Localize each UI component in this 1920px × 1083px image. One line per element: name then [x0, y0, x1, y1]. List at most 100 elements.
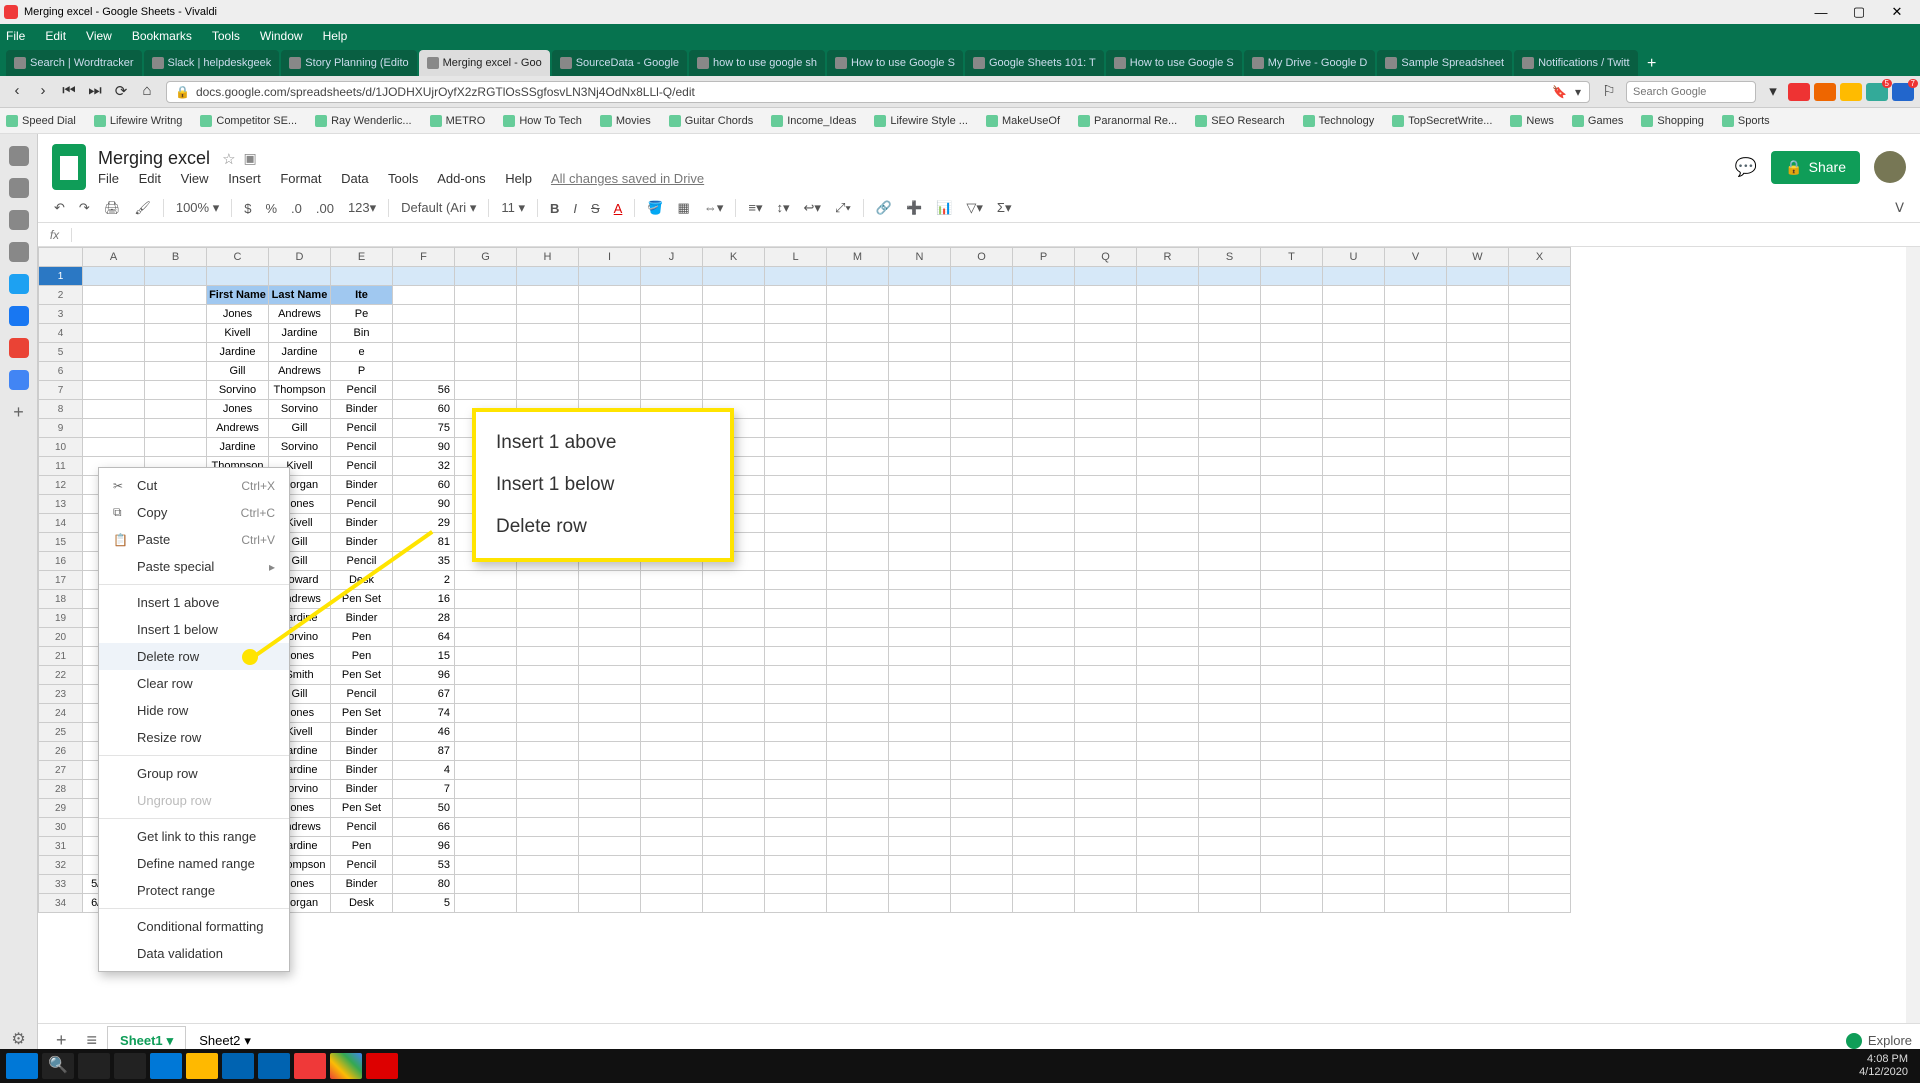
- menu-help[interactable]: Help: [505, 171, 532, 186]
- cell[interactable]: 29: [393, 514, 455, 533]
- column-header[interactable]: Q: [1075, 248, 1137, 267]
- cell[interactable]: [1323, 647, 1385, 666]
- cell[interactable]: [1261, 780, 1323, 799]
- cell[interactable]: [1509, 723, 1571, 742]
- cell[interactable]: [1075, 723, 1137, 742]
- cell[interactable]: [1075, 305, 1137, 324]
- cell[interactable]: [145, 324, 207, 343]
- chart-icon[interactable]: 📊: [930, 198, 958, 218]
- cell[interactable]: [1013, 286, 1075, 305]
- cell[interactable]: [1075, 457, 1137, 476]
- cell[interactable]: [1261, 723, 1323, 742]
- cell[interactable]: [455, 628, 517, 647]
- cell[interactable]: [1199, 780, 1261, 799]
- cell[interactable]: [1261, 571, 1323, 590]
- cell[interactable]: [1385, 780, 1447, 799]
- cell[interactable]: [827, 571, 889, 590]
- column-header[interactable]: C: [207, 248, 269, 267]
- cell[interactable]: [1323, 457, 1385, 476]
- cell[interactable]: [1385, 305, 1447, 324]
- cell[interactable]: [765, 894, 827, 913]
- cell[interactable]: 75: [393, 419, 455, 438]
- cell[interactable]: [951, 457, 1013, 476]
- cell[interactable]: [765, 343, 827, 362]
- font-select[interactable]: Default (Ari ▾: [395, 198, 482, 218]
- cell[interactable]: Gill: [269, 419, 331, 438]
- cell[interactable]: [1385, 533, 1447, 552]
- cell[interactable]: [1013, 628, 1075, 647]
- column-header[interactable]: N: [889, 248, 951, 267]
- bookmark-item[interactable]: TopSecretWrite...: [1392, 115, 1492, 127]
- cell[interactable]: [889, 324, 951, 343]
- cell[interactable]: [1323, 894, 1385, 913]
- cell[interactable]: [889, 856, 951, 875]
- cell[interactable]: [1447, 419, 1509, 438]
- cell[interactable]: [455, 286, 517, 305]
- cell[interactable]: 87: [393, 742, 455, 761]
- valign-icon[interactable]: ↕▾: [770, 198, 795, 218]
- cell[interactable]: [1509, 571, 1571, 590]
- cell[interactable]: [951, 419, 1013, 438]
- sheets-logo-icon[interactable]: [52, 144, 86, 190]
- cell[interactable]: [1137, 362, 1199, 381]
- cell[interactable]: [1385, 343, 1447, 362]
- cell[interactable]: [1075, 400, 1137, 419]
- cell[interactable]: [1323, 628, 1385, 647]
- cell[interactable]: [83, 343, 145, 362]
- cell[interactable]: [1199, 514, 1261, 533]
- ctx-cond-formatting[interactable]: Conditional formatting: [99, 913, 289, 940]
- cell[interactable]: 60: [393, 476, 455, 495]
- cell[interactable]: [951, 780, 1013, 799]
- cell[interactable]: [1075, 856, 1137, 875]
- cell[interactable]: [827, 761, 889, 780]
- cell[interactable]: [641, 761, 703, 780]
- cell[interactable]: [889, 609, 951, 628]
- browser-tab[interactable]: Sample Spreadsheet: [1377, 50, 1512, 76]
- ext-icon-5[interactable]: 7: [1892, 83, 1914, 101]
- cell[interactable]: Jardine: [269, 343, 331, 362]
- cell[interactable]: [517, 628, 579, 647]
- cell[interactable]: Pen Set: [331, 666, 393, 685]
- cell[interactable]: [1323, 875, 1385, 894]
- cell[interactable]: [703, 305, 765, 324]
- rotate-icon[interactable]: ⤢▾: [829, 198, 857, 218]
- cell[interactable]: [579, 324, 641, 343]
- cell[interactable]: [827, 343, 889, 362]
- cell[interactable]: [765, 571, 827, 590]
- cell[interactable]: [1323, 476, 1385, 495]
- cell[interactable]: [1447, 495, 1509, 514]
- cell[interactable]: [765, 875, 827, 894]
- cell[interactable]: [1013, 723, 1075, 742]
- cell[interactable]: [1323, 324, 1385, 343]
- cell[interactable]: [1509, 533, 1571, 552]
- cell[interactable]: [1137, 818, 1199, 837]
- cell[interactable]: [579, 780, 641, 799]
- row-header[interactable]: 34: [39, 894, 83, 913]
- cell[interactable]: [951, 837, 1013, 856]
- cell[interactable]: 28: [393, 609, 455, 628]
- cell[interactable]: [1323, 666, 1385, 685]
- cell[interactable]: [1323, 590, 1385, 609]
- row-header[interactable]: 28: [39, 780, 83, 799]
- cell[interactable]: [889, 419, 951, 438]
- bookmark-item[interactable]: Movies: [600, 115, 651, 127]
- cell[interactable]: [1509, 324, 1571, 343]
- cell[interactable]: [703, 571, 765, 590]
- cell[interactable]: [579, 799, 641, 818]
- cell[interactable]: [1261, 438, 1323, 457]
- save-status[interactable]: All changes saved in Drive: [551, 171, 704, 186]
- cell[interactable]: [455, 780, 517, 799]
- explore-button[interactable]: Explore: [1846, 1033, 1912, 1049]
- row-header[interactable]: 22: [39, 666, 83, 685]
- cell[interactable]: [83, 400, 145, 419]
- ext-icon-1[interactable]: [1788, 83, 1810, 101]
- cell[interactable]: [1137, 875, 1199, 894]
- cell[interactable]: [703, 799, 765, 818]
- cell[interactable]: [951, 400, 1013, 419]
- fill-color-icon[interactable]: 🪣: [641, 198, 669, 218]
- browser-tab[interactable]: Notifications / Twitt: [1514, 50, 1638, 76]
- cell[interactable]: P: [331, 362, 393, 381]
- cell[interactable]: [1447, 609, 1509, 628]
- cell[interactable]: [579, 818, 641, 837]
- row-header[interactable]: 21: [39, 647, 83, 666]
